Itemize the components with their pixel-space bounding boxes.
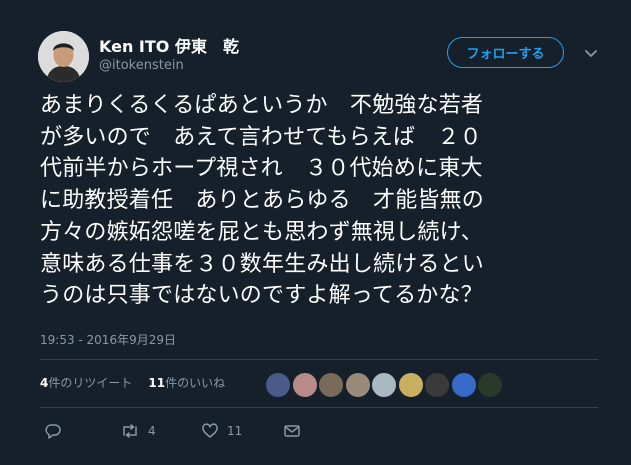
display-name[interactable]: Ken ITO 伊東 乾 [99,33,239,57]
like-label: 件のいいね [165,376,226,390]
tweet-line: に助教授着任 ありとあらゆる 才能皆無の [40,188,485,214]
liker-avatar[interactable] [265,372,291,398]
follow-button[interactable]: フォローする [447,37,564,68]
avatar-photo [38,31,89,82]
reply-icon [44,422,62,440]
user-handle[interactable]: @itokenstein [99,58,184,73]
divider [40,359,598,360]
retweet-action-count: 4 [148,424,156,438]
tweet-line: うのは只事ではないのですよ解ってるかな？ [40,283,483,309]
like-count: 11 [148,376,166,390]
reply-button[interactable] [44,422,62,440]
tweet-text: あまりくるくるぱあというか 不勉強な若者 が多いので あえて言わせてもらえば ２… [40,90,600,312]
liker-avatar[interactable] [344,372,371,398]
liker-avatar[interactable] [477,372,503,398]
envelope-icon [283,422,301,440]
engagement-stats: 4件のリツイート 11件のいいね [40,374,225,391]
retweet-button[interactable]: 4 [120,422,156,440]
tweet-timestamp[interactable]: 19:53 - 2016年9月29日 [40,331,176,348]
retweet-stat[interactable]: 4件のリツイート [40,376,132,390]
like-button[interactable]: 11 [201,422,242,440]
tweet-line: 意味ある仕事を３０数年生み出し続けるとい [40,251,485,277]
tweet-line: 方々の嫉妬怨嗟を屁とも思わず無視し続け、 [40,219,483,245]
liker-avatar[interactable] [291,372,318,398]
liker-avatar[interactable] [318,372,344,398]
tweet-line: あまりくるくるぱあというか 不勉強な若者 [40,93,484,118]
liker-avatar[interactable] [450,372,477,398]
retweet-icon [120,422,140,440]
tweet-line: 代前半からホープ視され ３０代始めに東大 [40,156,483,182]
action-bar: 4 11 [0,422,631,442]
liker-avatar[interactable] [424,372,450,398]
chevron-down-icon[interactable] [583,45,599,57]
avatar[interactable] [38,31,89,82]
liker-avatar[interactable] [371,372,397,398]
like-stat[interactable]: 11件のいいね [148,376,225,390]
tweet-line: が多いので あえて言わせてもらえば ２０ [40,124,482,150]
heart-icon [201,422,219,440]
direct-message-button[interactable] [283,422,301,440]
like-action-count: 11 [227,424,243,438]
divider [40,407,598,408]
liker-avatar[interactable] [397,372,424,398]
retweet-label: 件のリツイート [48,376,133,390]
